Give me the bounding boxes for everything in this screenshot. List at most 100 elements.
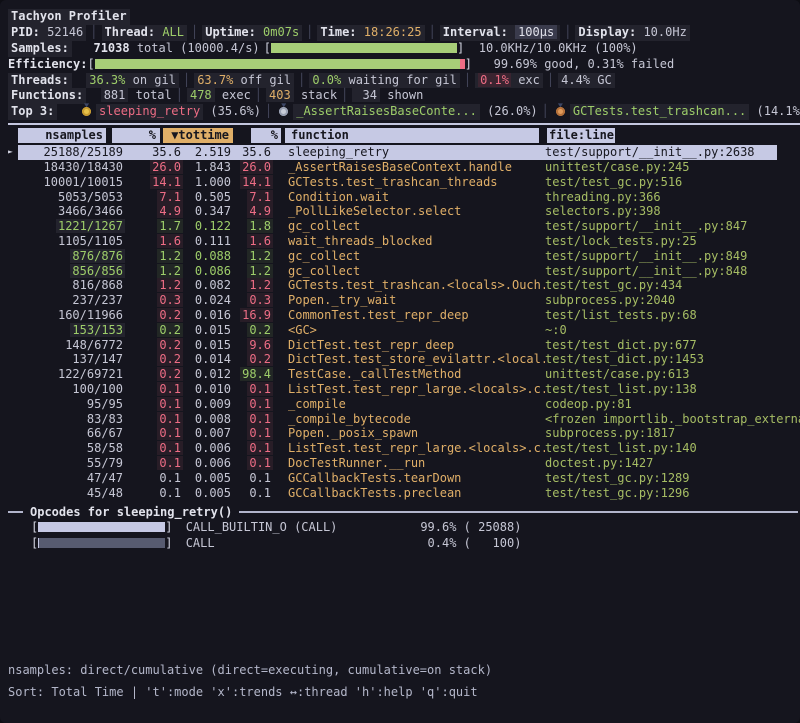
top3-name-text: GCTests.test_trashcan... — [573, 104, 746, 118]
cumulative-percent-value: 26.0 — [240, 160, 273, 174]
nsamples-value: 148/6772 — [63, 338, 125, 352]
cell-tottime: 0.005 — [183, 471, 233, 486]
profiler-screen: Tachyon Profiler PID: 52146│Thread: ALL│… — [0, 0, 800, 723]
table-row[interactable]: 66/670.10.0070.1Popen._posix_spawnsubpro… — [8, 426, 800, 441]
cell-file-line: threading.py:366 — [545, 190, 800, 205]
cell-cumulative-percent: 0.2 — [233, 352, 273, 367]
tottime-value: 0.010 — [193, 382, 233, 396]
nsamples-value: 55/79 — [85, 456, 125, 470]
cell-percent: 1.2 — [125, 264, 183, 279]
cell-nsamples: 816/868 — [18, 278, 125, 293]
cumulative-percent-value: 0.2 — [247, 352, 273, 366]
cell-percent: 0.1 — [125, 426, 183, 441]
column-header-cumulative-percent[interactable]: % — [251, 128, 281, 143]
cell-cumulative-percent: 1.6 — [233, 234, 273, 249]
thread-stat-value: 0.0% — [312, 73, 341, 87]
cell-nsamples: 83/83 — [18, 412, 125, 427]
separator: │ — [460, 73, 475, 87]
cell-cumulative-percent: 0.1 — [233, 397, 273, 412]
table-row[interactable]: 160/119660.20.01616.9CommonTest.test_rep… — [8, 308, 800, 323]
bar-open-bracket: [ — [31, 536, 38, 550]
column-header-file-line[interactable]: file:line — [547, 128, 615, 143]
table-row[interactable]: 3466/34664.90.3474.9_PollLikeSelector.se… — [8, 204, 800, 219]
tottime-value: 1.843 — [193, 160, 233, 174]
opcode-bar — [38, 522, 165, 532]
column-header-nsamples[interactable]: nsamples — [18, 128, 106, 143]
pid-field: PID: 52146 — [8, 25, 86, 41]
table-header: nsamples % ▼tottime % function file:line — [8, 127, 800, 144]
app-title: Tachyon Profiler — [8, 9, 130, 25]
function-stat-text: exec — [215, 88, 251, 102]
cell-percent: 0.1 — [125, 441, 183, 456]
cell-tottime: 0.015 — [183, 323, 233, 338]
table-row[interactable]: 153/1530.20.0150.2<GC>~:0 — [8, 323, 800, 338]
top3-label: Top 3: — [8, 104, 57, 120]
cell-file-line: test/test_gc.py:1289 — [545, 471, 800, 486]
bar-close-bracket: ] — [465, 57, 472, 71]
table-row[interactable]: 58/580.10.0060.1ListTest.test_repr_large… — [8, 441, 800, 456]
cumulative-percent-value: 14.1 — [240, 175, 273, 189]
table-row[interactable]: 876/8761.20.0881.2gc_collecttest/support… — [8, 249, 800, 264]
cell-nsamples: 876/876 — [18, 249, 125, 264]
table-row[interactable]: 122/697210.20.01298.4TestCase._callTestM… — [8, 367, 800, 382]
cell-file-line: doctest.py:1427 — [545, 456, 800, 471]
table-row[interactable]: 137/1470.20.0140.2DictTest.test_store_ev… — [8, 352, 800, 367]
table-row[interactable]: 1105/11051.60.1111.6wait_threads_blocked… — [8, 234, 800, 249]
cell-function: Popen._posix_spawn — [273, 426, 545, 441]
cell-file-line: test/lock_tests.py:25 — [545, 234, 800, 249]
table-row[interactable]: ►25188/2518935.62.51935.6sleeping_retryt… — [8, 145, 800, 160]
cell-cumulative-percent: 14.1 — [233, 175, 273, 190]
cell-percent: 0.2 — [125, 338, 183, 353]
cell-tottime: 0.008 — [183, 412, 233, 427]
efficiency-bar-good — [95, 59, 460, 69]
cell-percent: 1.2 — [125, 249, 183, 264]
table-row[interactable]: 95/950.10.0090.1_compilecodeop.py:81 — [8, 397, 800, 412]
cumulative-percent-value: 0.1 — [247, 397, 273, 411]
table-row[interactable]: 10001/1001514.11.00014.1GCTests.test_tra… — [8, 175, 800, 190]
percent-value: 14.1 — [150, 175, 183, 189]
table-row[interactable]: 816/8681.20.0821.2GCTests.test_trashcan.… — [8, 278, 800, 293]
top3-name-text: sleeping_retry — [99, 104, 200, 118]
table-row[interactable]: 5053/50537.10.5057.1Condition.waitthread… — [8, 190, 800, 205]
cell-file-line: test/support/__init__.py:2638 — [545, 145, 800, 160]
cell-function: ListTest.test_repr_large.<locals>.c... — [273, 441, 545, 456]
cell-tottime: 0.016 — [183, 308, 233, 323]
cell-cumulative-percent: 0.2 — [233, 323, 273, 338]
table-row[interactable]: 83/830.10.0080.1_compile_bytecode<frozen… — [8, 412, 800, 427]
nsamples-value: 876/876 — [70, 249, 125, 263]
column-header-percent[interactable]: % — [112, 128, 160, 143]
cell-file-line: test/test_gc.py:434 — [545, 278, 800, 293]
cell-function: DocTestRunner.__run — [273, 456, 545, 471]
function-stat-value-box: 34 — [352, 88, 380, 102]
percent-value: 0.2 — [157, 367, 183, 381]
silver-medal-icon — [279, 107, 288, 116]
function-stat-value: 881 — [104, 88, 126, 102]
tottime-value: 0.015 — [193, 323, 233, 337]
thread-stat-text: GC — [590, 73, 612, 87]
table-row[interactable]: 856/8561.20.0861.2gc_collecttest/support… — [8, 264, 800, 279]
column-header-function[interactable]: function — [285, 128, 539, 143]
cumulative-percent-value: 0.2 — [247, 323, 273, 337]
table-row[interactable]: 237/2370.30.0240.3Popen._try_waitsubproc… — [8, 293, 800, 308]
efficiency-bar — [95, 59, 465, 69]
tottime-value: 0.006 — [193, 441, 233, 455]
percent-value: 0.1 — [157, 397, 183, 411]
separator: │ — [86, 25, 101, 39]
cell-cumulative-percent: 7.1 — [233, 190, 273, 205]
cell-cumulative-percent: 35.6 — [233, 145, 273, 160]
cell-tottime: 0.015 — [183, 338, 233, 353]
table-row[interactable]: 100/1000.10.0100.1ListTest.test_repr_lar… — [8, 382, 800, 397]
cell-function: _PollLikeSelector.select — [273, 204, 545, 219]
function-stat-text: stack — [294, 88, 337, 102]
table-row[interactable]: 47/470.10.0050.1GCCallbackTests.tearDown… — [8, 471, 800, 486]
nsamples-value: 58/58 — [85, 441, 125, 455]
table-row[interactable]: 55/790.10.0060.1DocTestRunner.__rundocte… — [8, 456, 800, 471]
nsamples-value: 856/856 — [70, 264, 125, 278]
table-row[interactable]: 1221/12671.70.1221.8gc_collecttest/suppo… — [8, 219, 800, 234]
thread-value: ALL — [162, 25, 184, 39]
table-row[interactable]: 45/480.10.0050.1GCCallbackTests.preclean… — [8, 486, 800, 501]
cumulative-percent-value: 98.4 — [240, 367, 273, 381]
table-row[interactable]: 18430/1843026.01.84326.0_AssertRaisesBas… — [8, 160, 800, 175]
column-header-tottime-sorted[interactable]: ▼tottime — [163, 128, 233, 143]
table-row[interactable]: 148/67720.20.0159.6DictTest.test_repr_de… — [8, 338, 800, 353]
